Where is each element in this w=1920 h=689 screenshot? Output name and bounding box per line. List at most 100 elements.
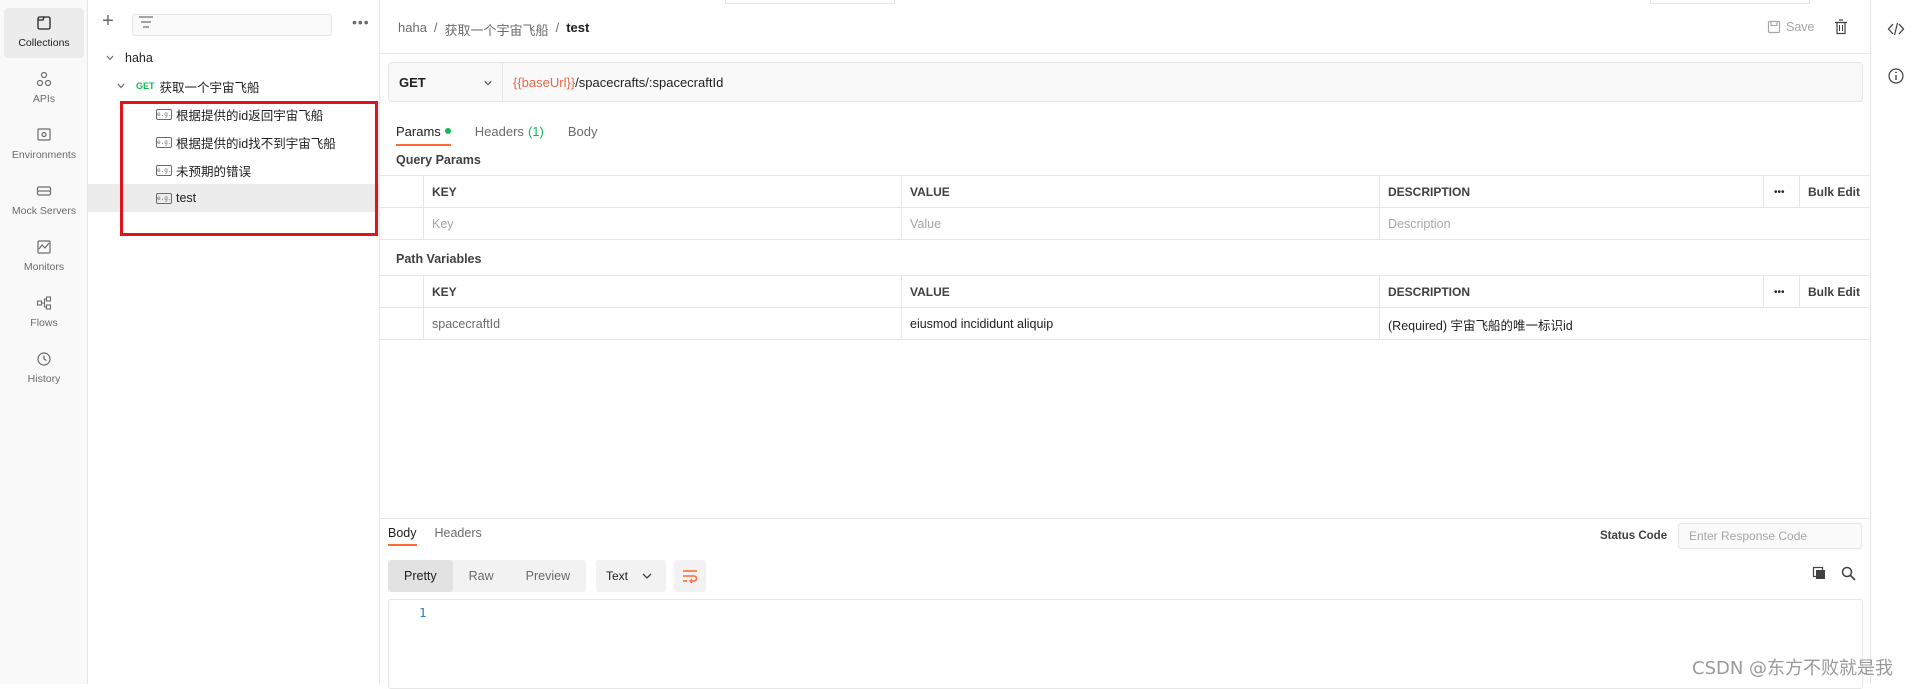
path-variable-key: spacecraftId xyxy=(424,308,902,340)
history-icon xyxy=(37,352,51,366)
collections-icon xyxy=(37,16,51,30)
trash-icon[interactable] xyxy=(1834,19,1848,35)
collection-row[interactable]: haha xyxy=(88,44,380,72)
status-code-input[interactable]: Enter Response Code xyxy=(1678,523,1862,549)
divider xyxy=(380,53,1870,54)
rail-item-collections[interactable]: Collections xyxy=(4,8,84,58)
view-raw-button[interactable]: Raw xyxy=(453,560,510,592)
request-row[interactable]: GET 获取一个宇宙飞船 xyxy=(88,72,380,100)
format-select[interactable]: Text xyxy=(596,560,666,592)
format-label: Text xyxy=(606,569,629,583)
more-options-icon[interactable]: ••• xyxy=(352,14,370,30)
key-input[interactable]: Key xyxy=(424,208,902,240)
tab-body[interactable]: Body xyxy=(568,118,598,144)
tab-label: Params xyxy=(396,123,441,139)
rail-item-mock-servers[interactable]: Mock Servers xyxy=(4,176,84,226)
tab-headers[interactable]: Headers (1) xyxy=(475,118,544,144)
path-variable-value[interactable]: eiusmod incididunt aliquip xyxy=(902,308,1380,340)
rail-label: Mock Servers xyxy=(11,205,77,217)
environments-icon xyxy=(37,128,51,141)
view-pretty-button[interactable]: Pretty xyxy=(388,560,453,592)
response-tab-headers[interactable]: Headers xyxy=(435,526,482,540)
left-rail: Collections APIs Environments Mock Serve… xyxy=(0,0,88,684)
filter-icon[interactable] xyxy=(134,14,156,30)
tab-strip-segment[interactable] xyxy=(1650,0,1810,4)
column-header-value: VALUE xyxy=(902,276,1380,308)
url-variable: {{baseUrl}} xyxy=(513,74,576,90)
value-input[interactable]: Value xyxy=(902,208,1380,240)
query-params-table: KEY VALUE DESCRIPTION ••• Bulk Edit Key … xyxy=(380,175,1870,240)
rail-label: APIs xyxy=(32,93,56,105)
rail-label: Environments xyxy=(11,149,77,161)
column-options-icon[interactable]: ••• xyxy=(1764,176,1800,208)
rail-item-flows[interactable]: Flows xyxy=(4,288,84,338)
apis-icon xyxy=(36,71,52,87)
method-label: GET xyxy=(399,74,426,90)
row-handle-cell xyxy=(380,208,424,240)
method-select[interactable]: GET xyxy=(389,63,503,101)
description-input[interactable]: Description xyxy=(1380,208,1870,240)
rail-label: Collections xyxy=(18,37,70,49)
wrap-lines-button[interactable] xyxy=(674,560,706,592)
code-icon[interactable] xyxy=(1887,20,1905,38)
info-icon[interactable] xyxy=(1887,67,1905,85)
new-collection-button[interactable]: + xyxy=(98,11,118,32)
row-handle-cell xyxy=(380,308,424,340)
rail-item-history[interactable]: History xyxy=(4,344,84,394)
bulk-edit-button[interactable]: Bulk Edit xyxy=(1800,276,1870,308)
save-icon xyxy=(1767,20,1781,34)
request-tabs: Params Headers (1) Body xyxy=(396,118,598,146)
app-window: Collections APIs Environments Mock Serve… xyxy=(0,0,1920,689)
collection-name: haha xyxy=(125,51,153,65)
request-editor: haha / 获取一个宇宙飞船 / test Save GET {{baseUr… xyxy=(380,0,1870,689)
row-handle-cell xyxy=(380,276,424,308)
search-icon[interactable] xyxy=(1841,566,1856,581)
breadcrumb-collection[interactable]: haha xyxy=(398,20,427,39)
column-header-key: KEY xyxy=(424,276,902,308)
response-tab-body[interactable]: Body xyxy=(388,526,417,546)
column-header-key: KEY xyxy=(424,176,902,208)
watermark-text: CSDN @东方不败就是我 xyxy=(1692,658,1894,679)
tab-params[interactable]: Params xyxy=(396,118,451,146)
path-variables-table: KEY VALUE DESCRIPTION ••• Bulk Edit spac… xyxy=(380,275,1870,340)
tab-label: Headers xyxy=(474,123,524,139)
bulk-edit-button[interactable]: Bulk Edit xyxy=(1800,176,1870,208)
headers-count: (1) xyxy=(527,123,544,139)
copy-icon[interactable] xyxy=(1812,566,1827,581)
response-actions xyxy=(1812,566,1856,581)
line-number: 1 xyxy=(419,605,427,620)
rail-item-apis[interactable]: APIs xyxy=(4,64,84,114)
url-input[interactable]: {{baseUrl}} /spacecrafts/:spacecraftId xyxy=(503,63,723,101)
rail-item-monitors[interactable]: Monitors xyxy=(4,232,84,282)
path-variable-description[interactable]: (Required) 宇宙飞船的唯一标识id xyxy=(1380,308,1870,340)
url-bar: GET {{baseUrl}} /spacecrafts/:spacecraft… xyxy=(388,62,1863,102)
response-view-toggle: Pretty Raw Preview xyxy=(388,560,587,592)
status-code-label: Status Code xyxy=(1600,530,1668,542)
rail-item-environments[interactable]: Environments xyxy=(4,120,84,170)
right-sidebar xyxy=(1870,0,1920,684)
save-label: Save xyxy=(1786,20,1815,34)
response-divider xyxy=(380,518,1870,519)
column-options-icon[interactable]: ••• xyxy=(1764,276,1800,308)
breadcrumb-current: test xyxy=(566,20,590,35)
response-tabs: Body Headers xyxy=(388,526,482,546)
url-path: /spacecrafts/:spacecraftId xyxy=(575,74,724,90)
column-header-description: DESCRIPTION xyxy=(1380,176,1764,208)
chevron-down-icon[interactable] xyxy=(116,81,126,91)
row-handle-cell xyxy=(380,176,424,208)
response-body-editor[interactable]: 1 xyxy=(388,599,1863,689)
breadcrumb-separator: / xyxy=(555,20,560,35)
column-header-value: VALUE xyxy=(902,176,1380,208)
query-params-title: Query Params xyxy=(396,153,481,167)
tab-strip-segment[interactable] xyxy=(725,0,895,4)
view-preview-button[interactable]: Preview xyxy=(510,560,586,592)
save-button[interactable]: Save xyxy=(1767,20,1815,34)
table-header-row: KEY VALUE DESCRIPTION ••• Bulk Edit xyxy=(380,176,1870,208)
chevron-down-icon xyxy=(642,573,652,579)
sidebar-search-input[interactable] xyxy=(132,14,332,36)
chevron-down-icon[interactable] xyxy=(105,53,115,63)
breadcrumb: haha / 获取一个宇宙飞船 / test xyxy=(398,20,589,39)
breadcrumb-request[interactable]: 获取一个宇宙飞船 xyxy=(445,20,549,39)
mock-servers-icon xyxy=(36,186,52,196)
rail-label: Monitors xyxy=(23,261,65,273)
